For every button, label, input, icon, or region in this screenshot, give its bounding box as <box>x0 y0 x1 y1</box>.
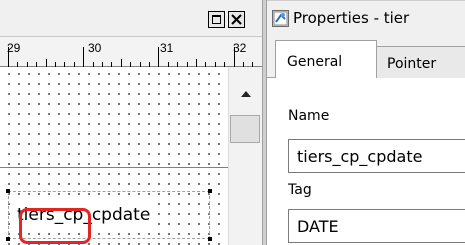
vertical-scrollbar[interactable] <box>228 67 262 245</box>
resize-handle[interactable] <box>208 189 212 193</box>
properties-tabstrip: General Pointer <box>267 36 465 79</box>
close-icon <box>231 14 242 25</box>
tag-field[interactable]: DATE <box>288 209 465 243</box>
ruler-number: 31 <box>160 41 174 55</box>
scroll-thumb[interactable] <box>230 115 260 143</box>
tag-label: Tag <box>288 182 312 198</box>
ruler-number: 30 <box>88 41 102 55</box>
properties-pane: Properties - tier General Pointer Name t… <box>267 0 465 245</box>
resize-handle[interactable] <box>208 237 212 241</box>
ruler-number: 32 <box>233 41 247 55</box>
maximize-button[interactable] <box>208 11 225 28</box>
painter-titlebar <box>0 0 262 36</box>
resize-handle[interactable] <box>6 189 10 193</box>
horizontal-ruler: 29 30 31 32 <box>0 36 262 67</box>
close-button[interactable] <box>228 11 245 28</box>
tab-general[interactable]: General <box>275 40 377 79</box>
ruler-number: 29 <box>7 41 21 55</box>
tab-pointer[interactable]: Pointer <box>377 46 465 78</box>
name-label: Name <box>288 108 330 124</box>
properties-title: Properties - tier <box>293 9 410 27</box>
maximize-icon <box>212 15 221 24</box>
properties-titlebar: Properties - tier <box>267 0 465 36</box>
properties-body: Name tiers_cp_cpdate Tag DATE <box>267 78 465 245</box>
tag-highlight-annotation <box>19 208 91 244</box>
ruler-ticks <box>8 47 253 67</box>
band-separator <box>0 167 228 168</box>
scroll-up-arrow-icon[interactable] <box>241 91 251 97</box>
name-field[interactable]: tiers_cp_cpdate <box>288 139 465 173</box>
properties-icon <box>272 10 289 27</box>
resize-handle[interactable] <box>6 237 10 241</box>
